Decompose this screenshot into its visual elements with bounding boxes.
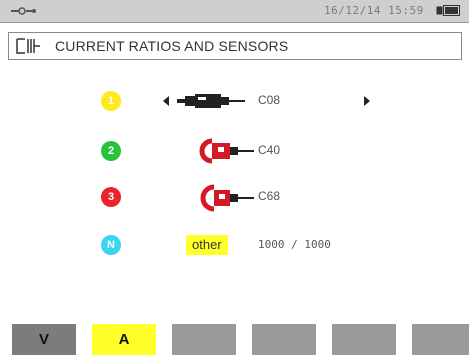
channel-row-n[interactable]: N other 1000 / 1000 [0, 230, 469, 260]
status-datetime: 16/12/14 15:59 [324, 4, 424, 17]
current-sensor-icon [16, 38, 40, 54]
neutral-badge: N [101, 235, 121, 255]
current-ratio-value[interactable]: 1000 / 1000 [258, 238, 331, 251]
page-title: CURRENT RATIOS AND SENSORS [55, 38, 289, 54]
tab-current[interactable]: A [92, 324, 156, 355]
tab-empty-3[interactable] [172, 324, 236, 355]
sensor-model-label: C40 [258, 143, 281, 157]
battery-icon [436, 5, 460, 16]
tab-empty-6[interactable] [412, 324, 469, 355]
wrench-config-icon[interactable] [11, 6, 37, 16]
channel-row-3[interactable]: 3 C68 [0, 182, 469, 212]
phase-1-badge: 1 [101, 91, 121, 111]
phase-2-badge: 2 [101, 141, 121, 161]
clamp-c-icon [177, 94, 245, 108]
tab-voltage[interactable]: V [12, 324, 76, 355]
sensor-model-label: C68 [258, 189, 281, 203]
channel-row-1[interactable]: 1 C08 [0, 86, 469, 116]
tab-empty-5[interactable] [332, 324, 396, 355]
tab-empty-4[interactable] [252, 324, 316, 355]
status-bar: 16/12/14 15:59 [0, 0, 469, 23]
clamp-c-icon [199, 138, 254, 164]
screen-title-bar: CURRENT RATIOS AND SENSORS [8, 32, 462, 60]
previous-sensor-arrow-icon[interactable] [163, 96, 169, 106]
sensor-model-label: C08 [258, 93, 281, 107]
channel-row-2[interactable]: 2 C40 [0, 136, 469, 166]
sensor-type-selector[interactable]: other [186, 235, 228, 255]
phase-3-badge: 3 [101, 187, 121, 207]
next-sensor-arrow-icon[interactable] [364, 96, 370, 106]
screen: 16/12/14 15:59 CURRENT RATIOS AND SENSOR… [0, 0, 469, 355]
clamp-c-icon [200, 184, 254, 212]
